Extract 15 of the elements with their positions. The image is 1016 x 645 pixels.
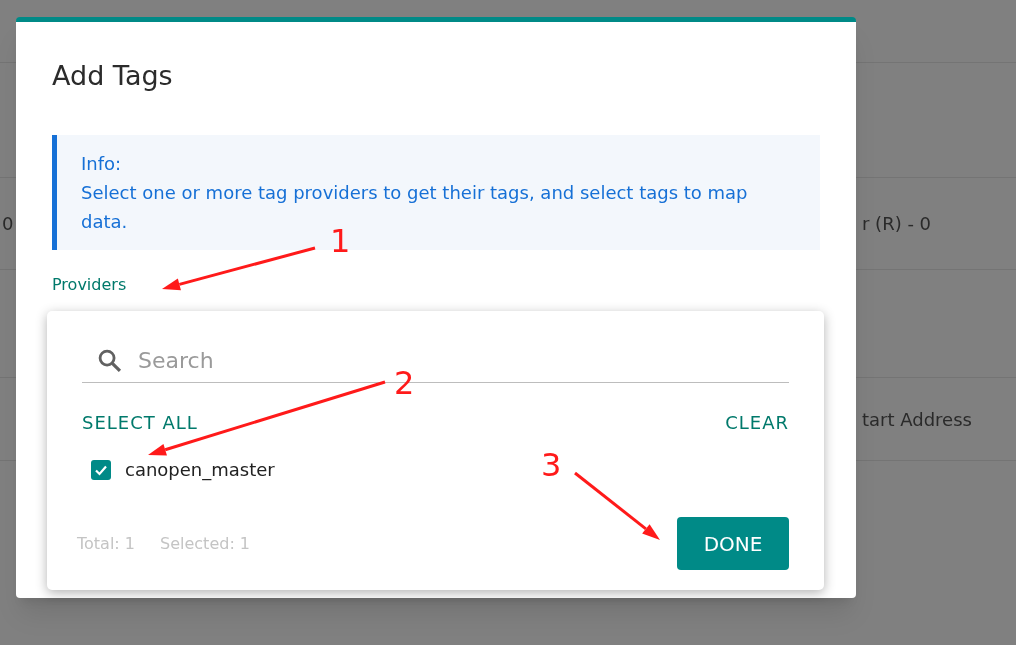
background-text: 0 [2,213,14,234]
total-count: Total: 1 [77,532,136,555]
background-text: tart Address [862,407,972,432]
dialog-title: Add Tags [52,59,174,93]
option-label[interactable]: canopen_master [125,456,275,483]
selected-count: Selected: 1 [160,532,251,555]
done-button[interactable]: DONE [677,517,789,570]
background-text: r (R) - 0 [862,212,932,236]
checkbox[interactable] [91,459,111,480]
clear-button[interactable]: CLEAR [725,409,789,436]
providers-label: Providers [52,273,128,296]
annotation-number: 2 [394,367,415,399]
annotation-number: 3 [541,449,562,481]
select-all-button[interactable]: SELECT ALL [82,409,198,436]
info-heading: Info: [81,151,123,176]
